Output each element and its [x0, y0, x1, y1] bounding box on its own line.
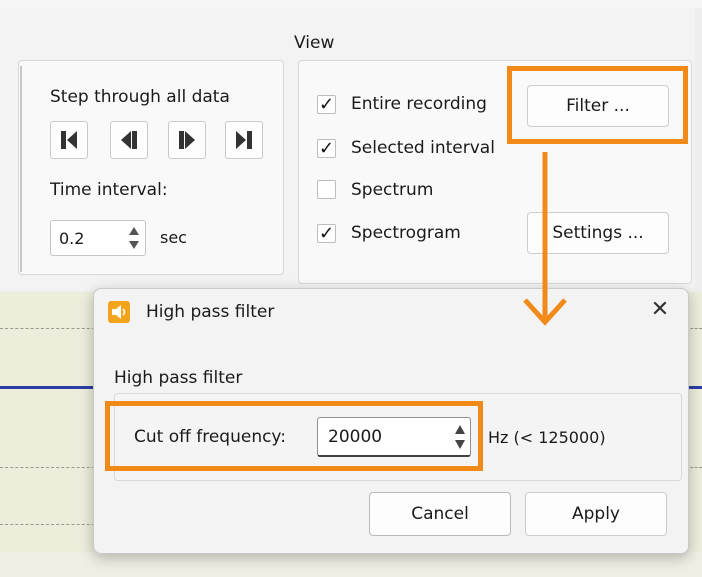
last-button[interactable] — [225, 121, 263, 159]
time-interval-label: Time interval: — [50, 180, 168, 200]
first-button[interactable] — [50, 121, 88, 159]
chart-bottom-strip — [0, 552, 702, 577]
top-strip — [0, 0, 702, 8]
time-interval-value: 0.2 — [59, 229, 85, 248]
speaker-icon — [108, 301, 130, 323]
ribbon-divider — [20, 66, 22, 272]
grid-line — [0, 328, 100, 329]
time-unit-label: sec — [160, 228, 187, 247]
check-icon: ✓ — [318, 94, 335, 115]
next-button[interactable] — [168, 121, 206, 159]
grid-line — [0, 524, 100, 525]
check-icon: ✓ — [318, 138, 335, 159]
spinner-arrows-icon[interactable] — [125, 223, 143, 253]
spectrum-checkbox[interactable] — [317, 180, 336, 199]
last-icon — [236, 131, 252, 149]
selected-interval-checkbox[interactable]: ✓ — [317, 139, 336, 158]
grid-line — [0, 467, 100, 468]
previous-icon — [121, 131, 137, 149]
signal-trace — [0, 386, 97, 389]
apply-button[interactable]: Apply — [525, 492, 667, 536]
previous-button[interactable] — [110, 121, 148, 159]
entire-recording-checkbox[interactable]: ✓ — [317, 95, 336, 114]
spectrogram-label: Spectrogram — [351, 223, 461, 243]
frequency-unit-hint: Hz (< 125000) — [488, 428, 606, 447]
cancel-button[interactable]: Cancel — [369, 492, 511, 536]
entire-recording-label: Entire recording — [351, 94, 487, 114]
arrow-down-icon — [523, 152, 567, 326]
close-icon[interactable]: ✕ — [646, 296, 674, 324]
next-icon — [179, 131, 195, 149]
first-icon — [61, 131, 77, 149]
time-interval-input[interactable]: 0.2 — [50, 220, 146, 256]
check-icon: ✓ — [318, 223, 335, 244]
dialog-title: High pass filter — [146, 302, 275, 322]
selected-interval-label: Selected interval — [351, 138, 495, 158]
filter-highlight-box — [507, 66, 688, 144]
view-group-title: View — [294, 33, 335, 53]
spectrogram-checkbox[interactable]: ✓ — [317, 224, 336, 243]
spectrum-label: Spectrum — [351, 180, 434, 200]
filter-group-title: High pass filter — [114, 368, 243, 388]
step-through-label: Step through all data — [50, 87, 230, 107]
cutoff-highlight-box — [105, 401, 483, 471]
